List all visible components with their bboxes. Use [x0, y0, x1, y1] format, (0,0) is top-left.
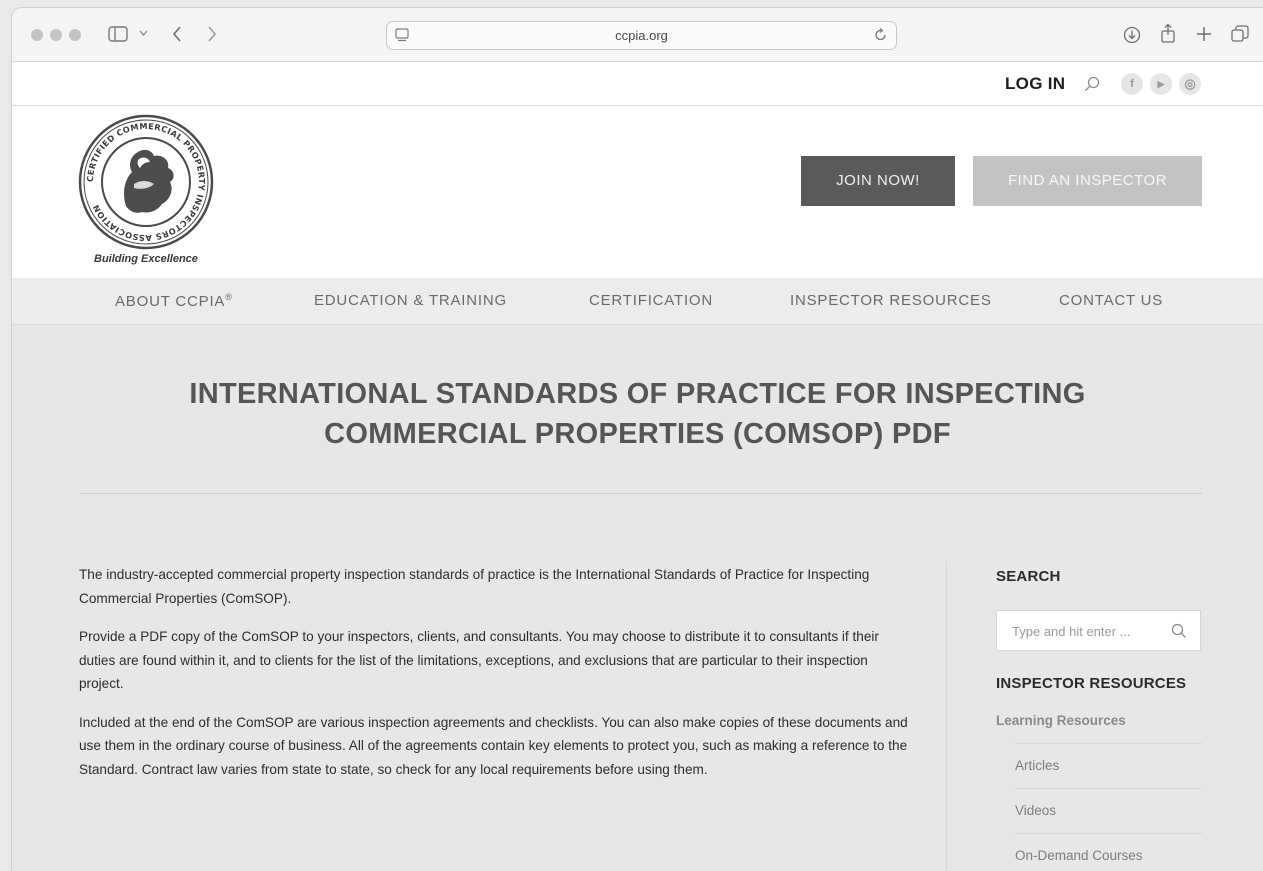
url-text: ccpia.org	[615, 28, 668, 43]
share-icon[interactable]	[1160, 23, 1176, 44]
page-title-line2: COMMERCIAL PROPERTIES (COMSOP) PDF	[324, 418, 951, 450]
sidebar-divider	[946, 562, 947, 871]
browser-toolbar: ccpia.org	[12, 8, 1263, 62]
instagram-icon[interactable]: ◎	[1179, 73, 1201, 95]
tagline: Building Excellence	[94, 253, 198, 265]
chevron-down-icon[interactable]	[139, 30, 148, 37]
sidebar-item-on-demand-courses[interactable]: On-Demand Courses	[1015, 848, 1143, 863]
site-header: CERTIFIED COMMERCIAL PROPERTY INSPECTORS…	[12, 106, 1263, 278]
youtube-icon[interactable]: ▶	[1150, 73, 1172, 95]
sidebar-search-input[interactable]: Type and hit enter ...	[996, 610, 1201, 651]
page-title-line1: INTERNATIONAL STANDARDS OF PRACTICE FOR …	[189, 378, 1086, 410]
facebook-icon[interactable]: f	[1121, 73, 1143, 95]
search-icon[interactable]	[1171, 623, 1187, 639]
sidebar-item-articles[interactable]: Articles	[1015, 758, 1059, 773]
paragraph: Provide a PDF copy of the ComSOP to your…	[79, 629, 879, 691]
nav-certification[interactable]: CERTIFICATION	[589, 292, 713, 309]
paragraph: The industry-accepted commercial propert…	[79, 567, 870, 606]
ccpia-logo[interactable]: CERTIFIED COMMERCIAL PROPERTY INSPECTORS…	[78, 114, 214, 250]
reload-icon[interactable]	[874, 28, 888, 42]
nav-education[interactable]: EDUCATION & TRAINING	[314, 292, 507, 309]
search-icon[interactable]	[1084, 76, 1100, 92]
sidebar-item-videos[interactable]: Videos	[1015, 803, 1056, 818]
title-divider	[80, 493, 1202, 494]
login-link[interactable]: LOG IN	[1005, 74, 1065, 94]
address-bar[interactable]: ccpia.org	[386, 21, 897, 50]
downloads-icon[interactable]	[1123, 26, 1141, 44]
window-close-button[interactable]	[31, 29, 43, 41]
window-minimize-button[interactable]	[50, 29, 62, 41]
paragraph: Included at the end of the ComSOP are va…	[79, 714, 908, 777]
tab-overview-icon[interactable]	[1231, 25, 1249, 43]
find-inspector-button[interactable]: FIND AN INSPECTOR	[973, 156, 1202, 206]
browser-window: ccpia.org LOG IN f ▶ ◎ CERTIFIED COMMERC…	[12, 8, 1263, 871]
main-nav: ABOUT CCPIA® EDUCATION & TRAINING CERTIF…	[12, 278, 1263, 325]
search-placeholder: Type and hit enter ...	[1012, 624, 1131, 639]
nav-about[interactable]: ABOUT CCPIA®	[115, 292, 233, 310]
window-zoom-button[interactable]	[69, 29, 81, 41]
sidebar-toggle-icon[interactable]	[108, 26, 128, 42]
join-now-button[interactable]: JOIN NOW!	[801, 156, 955, 206]
sidebar-separator	[1015, 833, 1202, 834]
back-icon[interactable]	[172, 25, 182, 43]
registered-mark: ®	[225, 292, 233, 302]
sidebar-search-heading: SEARCH	[996, 568, 1061, 585]
nav-contact[interactable]: CONTACT US	[1059, 292, 1163, 309]
forward-icon[interactable]	[207, 25, 217, 43]
nav-about-label: ABOUT CCPIA	[115, 293, 226, 310]
utility-bar: LOG IN f ▶ ◎	[12, 62, 1263, 106]
sidebar-separator	[1015, 788, 1202, 789]
new-tab-icon[interactable]	[1196, 26, 1212, 42]
nav-inspector-resources[interactable]: INSPECTOR RESOURCES	[790, 292, 992, 309]
article-body: The industry-accepted commercial propert…	[79, 563, 909, 796]
main-content: INTERNATIONAL STANDARDS OF PRACTICE FOR …	[12, 325, 1263, 871]
sidebar-separator	[1015, 743, 1202, 744]
sidebar-learning-resources[interactable]: Learning Resources	[996, 713, 1126, 728]
sidebar-resources-heading: INSPECTOR RESOURCES	[996, 675, 1187, 692]
